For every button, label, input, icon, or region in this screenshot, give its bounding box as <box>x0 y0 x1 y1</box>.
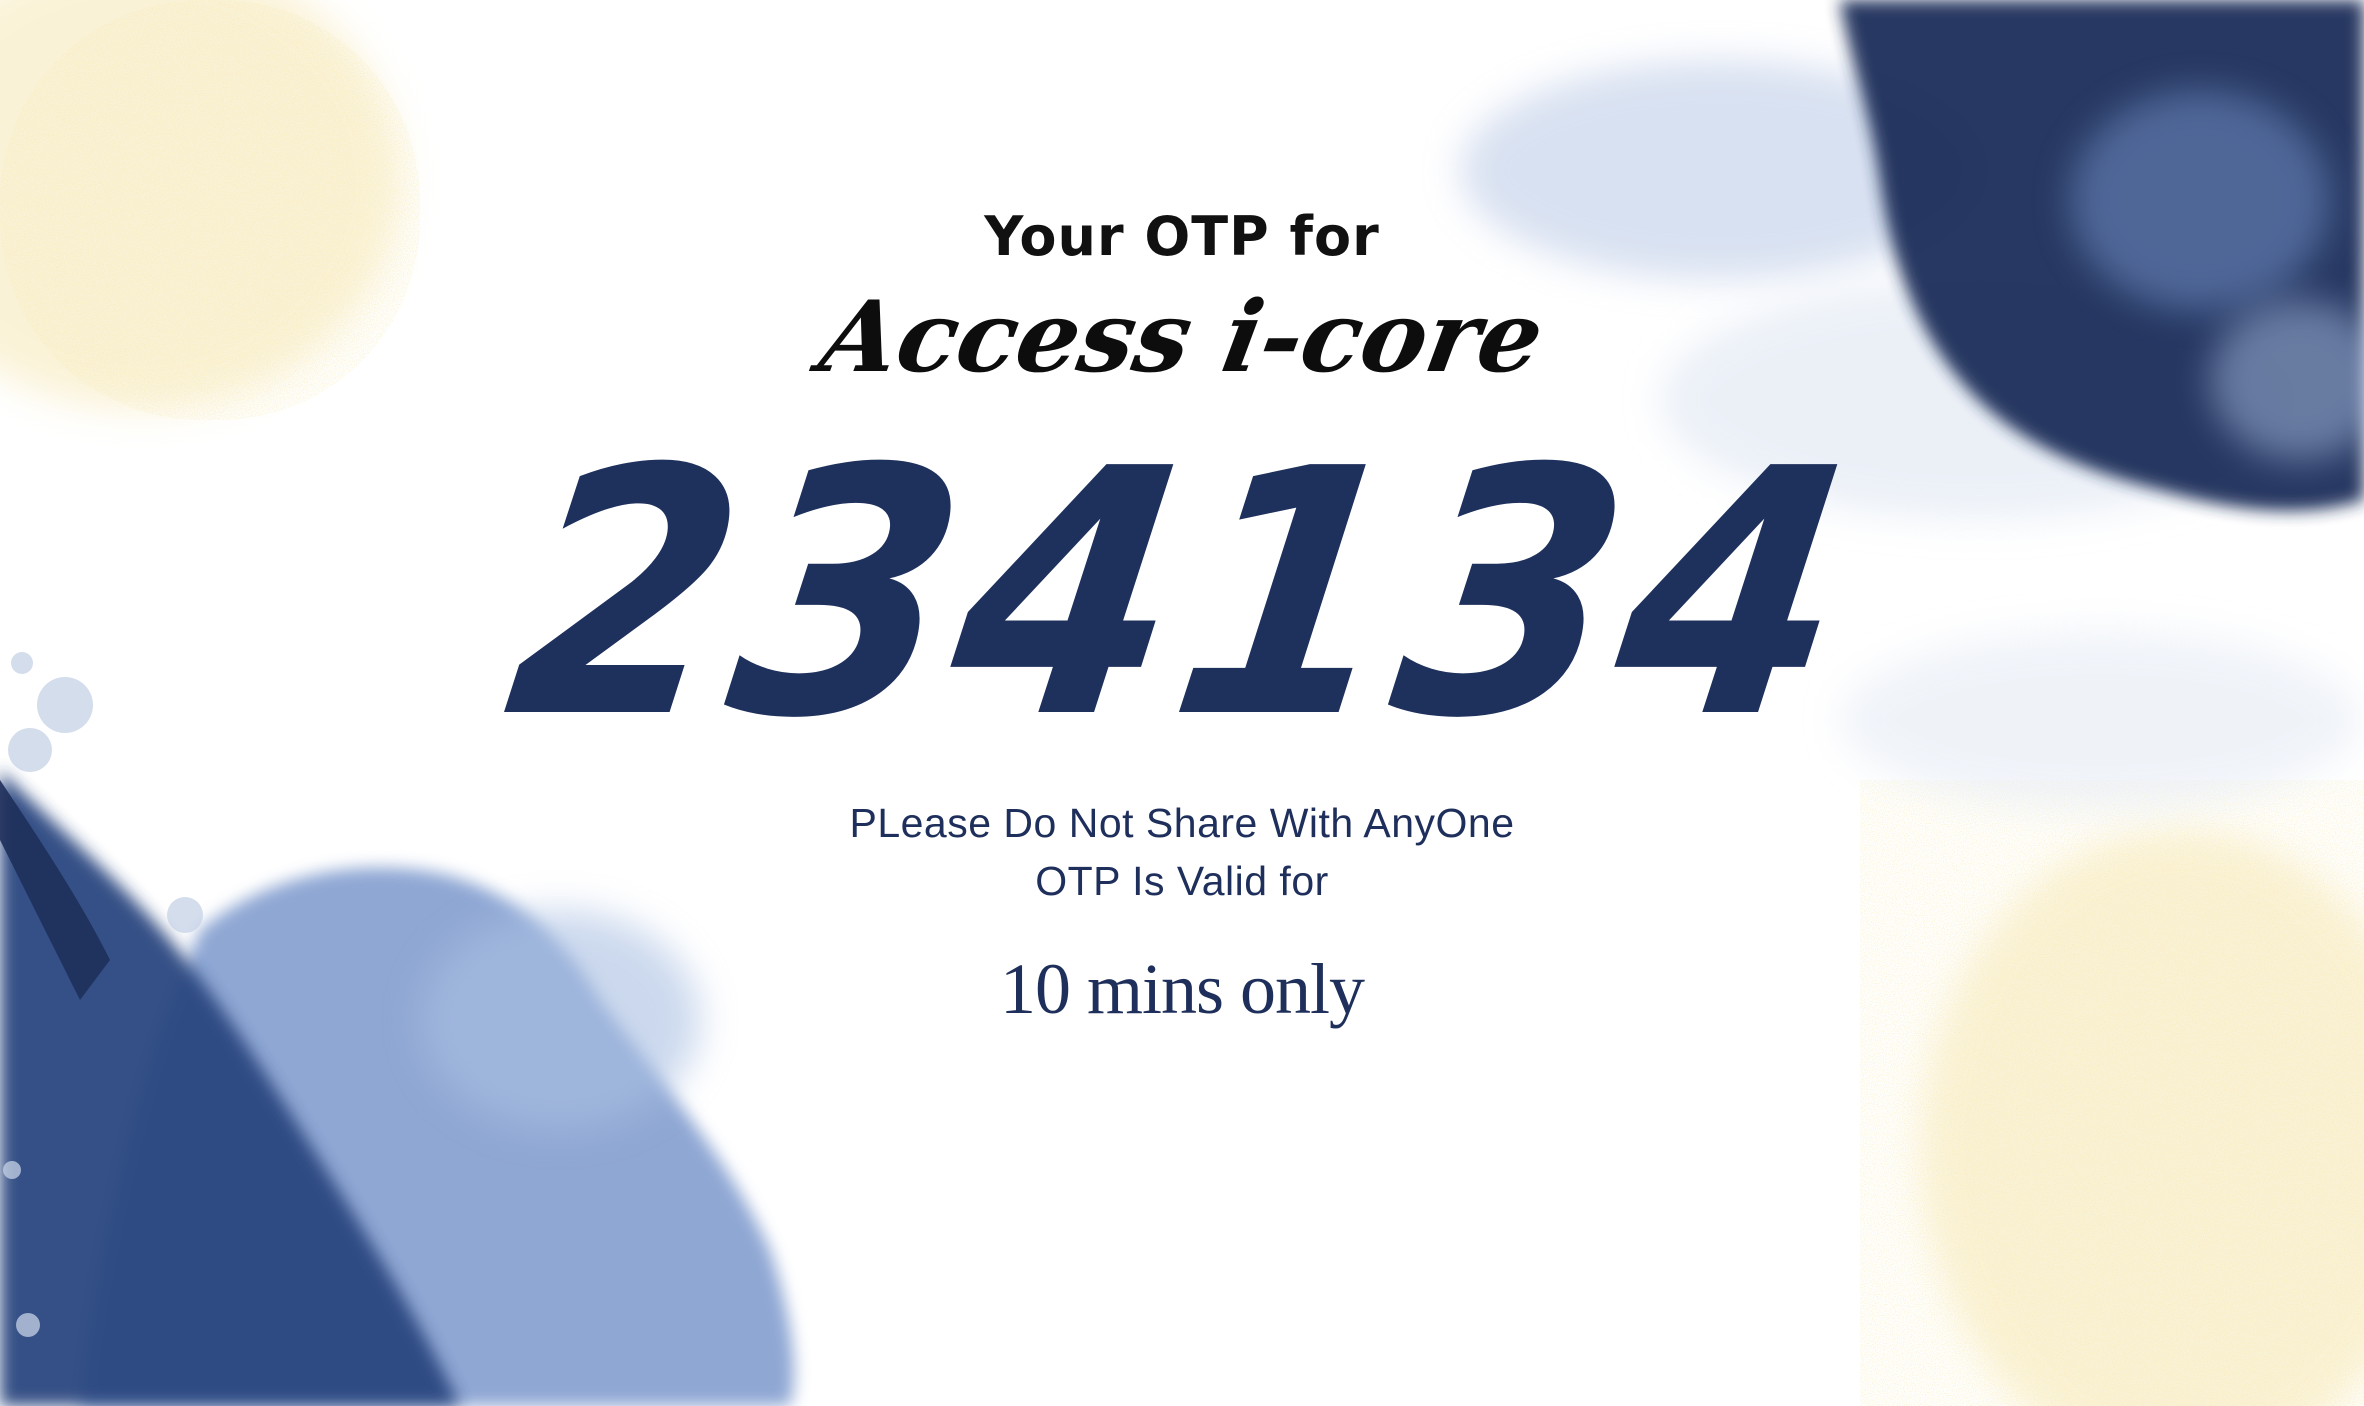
otp-card: Your OTP for Access i-core 234134 PLease… <box>0 0 2364 1406</box>
validity-duration: 10 mins only <box>999 949 1365 1029</box>
share-warning: PLease Do Not Share With AnyOne <box>849 800 1515 846</box>
validity-label: OTP Is Valid for <box>1035 858 1329 904</box>
otp-code: 234134 <box>490 397 1874 793</box>
app-name: Access i-core <box>812 280 1552 395</box>
intro-text: Your OTP for <box>984 205 1380 268</box>
otp-message: Your OTP for Access i-core 234134 PLease… <box>0 0 2364 1406</box>
